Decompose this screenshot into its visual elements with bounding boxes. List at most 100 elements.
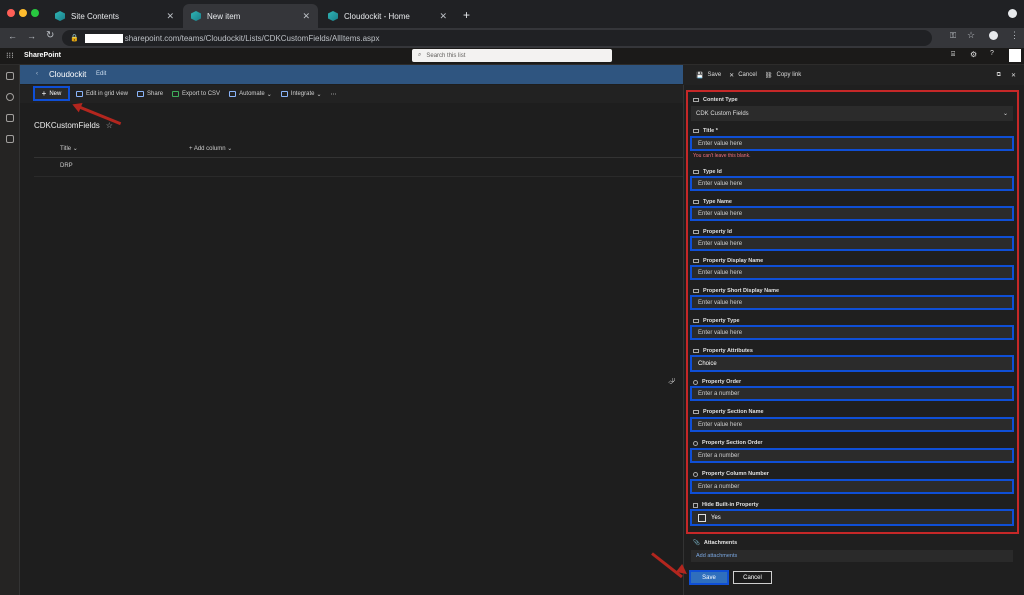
new-button[interactable]: + New: [33, 86, 70, 101]
chevron-down-icon: ⌄: [266, 91, 272, 98]
property-column-number-field[interactable]: Enter a number: [690, 479, 1014, 494]
field-label-property-attributes: Property Attributes: [693, 348, 753, 354]
tab-menu-icon[interactable]: [1008, 9, 1017, 18]
search-icon: ⌕: [418, 52, 422, 58]
automate-icon: [229, 91, 237, 97]
sharepoint-favicon-icon: [191, 11, 201, 21]
close-window-button[interactable]: [7, 9, 15, 17]
checkbox[interactable]: [698, 513, 706, 522]
key-icon[interactable]: ⚿: [950, 31, 956, 41]
tab-new-item[interactable]: New item ✕: [183, 4, 318, 28]
chat-icon[interactable]: ⌸: [951, 51, 955, 59]
share-button[interactable]: Share: [137, 91, 163, 97]
app-launcher-icon[interactable]: ⁝⁝⁝: [6, 51, 14, 60]
avatar[interactable]: [1009, 49, 1021, 62]
tab-site-contents[interactable]: Site Contents ✕: [47, 4, 182, 28]
field-label-property-section-order: Property Section Order: [693, 440, 763, 446]
chevron-down-icon: ⌄: [1002, 111, 1008, 117]
sharepoint-favicon-icon: [55, 11, 65, 21]
property-section-name-field[interactable]: Enter value here: [690, 417, 1014, 432]
content-type-label: Content Type: [693, 97, 738, 103]
more-vertical-icon[interactable]: ⋮: [1010, 30, 1019, 41]
link-icon: ⛓: [764, 72, 773, 79]
type-name-field[interactable]: Enter value here: [690, 206, 1014, 221]
panel-save-button[interactable]: Save: [707, 72, 721, 78]
globe-icon[interactable]: [6, 93, 14, 101]
title-field[interactable]: Enter value here: [690, 136, 1014, 151]
sharepoint-favicon-icon: [328, 11, 338, 21]
cancel-button[interactable]: Cancel: [733, 571, 772, 584]
plus-icon: +: [41, 89, 47, 98]
hide-built-in-property-field[interactable]: Yes: [690, 509, 1014, 526]
open-in-new-icon[interactable]: ⧉: [997, 72, 1001, 79]
property-short-display-name-field[interactable]: Enter value here: [690, 295, 1014, 310]
property-attributes-dropdown[interactable]: Choice: [690, 355, 1014, 372]
back-icon[interactable]: ←: [8, 31, 17, 41]
close-tab-icon[interactable]: ✕: [439, 11, 447, 22]
integrate-button[interactable]: Integrate ⌄: [280, 91, 322, 98]
save-button[interactable]: Save: [689, 570, 729, 585]
address-bar[interactable]: 🔒 sharepoint.com/teams/Cloudockit/Lists/…: [62, 30, 932, 46]
settings-gear-icon[interactable]: ⚙: [970, 50, 977, 59]
collapse-nav-icon[interactable]: ‹: [36, 71, 38, 77]
tab-cloudockit-home[interactable]: Cloudockit - Home ✕: [320, 4, 455, 28]
close-panel-icon[interactable]: ✕: [1011, 72, 1016, 79]
field-label-property-display-name: Property Display Name: [693, 258, 763, 264]
automate-button[interactable]: Automate ⌄: [229, 91, 272, 98]
document-icon[interactable]: [6, 135, 14, 143]
content-type-dropdown[interactable]: CDK Custom Fields ⌄: [691, 106, 1013, 121]
redacted-domain: [84, 33, 123, 43]
excel-icon: [172, 91, 180, 97]
panel-cancel-button[interactable]: Cancel: [738, 72, 757, 78]
maximize-window-button[interactable]: [31, 9, 39, 17]
property-section-order-field[interactable]: Enter a number: [690, 448, 1014, 463]
reload-icon[interactable]: ↻: [46, 30, 54, 41]
app-name: SharePoint: [24, 52, 61, 59]
mouse-cursor-icon: ⮰: [668, 376, 676, 386]
lock-icon: 🔒: [70, 35, 79, 42]
edit-grid-view-button[interactable]: Edit in grid view: [76, 91, 128, 97]
add-column-button[interactable]: + Add column ⌄: [189, 145, 232, 152]
search-input[interactable]: ⌕ Search this list: [412, 49, 612, 62]
paperclip-icon: 📎: [693, 540, 700, 546]
attachments-label: 📎 Attachments: [693, 540, 738, 546]
new-tab-icon[interactable]: +: [463, 8, 470, 22]
home-icon[interactable]: [6, 72, 14, 80]
save-icon: 💾: [696, 72, 704, 79]
add-attachments-link[interactable]: Add attachments: [691, 550, 1013, 562]
copy-link-button[interactable]: Copy link: [777, 72, 802, 78]
divider: [34, 176, 683, 177]
list-title: CDKCustomFields ☆: [34, 121, 113, 130]
column-header-title[interactable]: Title ⌄: [60, 145, 78, 152]
field-label-property-short-display-name: Property Short Display Name: [693, 288, 779, 294]
property-display-name-field[interactable]: Enter value here: [690, 265, 1014, 280]
favorite-star-icon[interactable]: ☆: [106, 121, 113, 130]
field-label-property-column-number: Property Column Number: [693, 471, 769, 477]
news-icon[interactable]: [6, 114, 14, 122]
bookmark-star-icon[interactable]: ☆: [967, 30, 975, 41]
minimize-window-button[interactable]: [19, 9, 27, 17]
close-tab-icon[interactable]: ✕: [302, 11, 310, 22]
field-label-type-name: Type Name: [693, 199, 732, 205]
property-order-field[interactable]: Enter a number: [690, 386, 1014, 401]
field-label-property-id: Property Id: [693, 229, 732, 235]
divider: [34, 157, 683, 158]
close-tab-icon[interactable]: ✕: [166, 11, 174, 22]
help-icon[interactable]: ?: [990, 50, 994, 57]
cancel-icon: ✕: [729, 72, 735, 79]
property-type-field[interactable]: Enter value here: [690, 325, 1014, 340]
more-commands-icon[interactable]: ⋯: [331, 91, 337, 98]
table-row[interactable]: DRP: [60, 163, 73, 169]
grid-icon: [76, 91, 83, 97]
field-label-title: Title *: [693, 128, 718, 134]
field-label-property-order: Property Order: [693, 379, 741, 385]
chevron-down-icon: ⌄: [316, 91, 322, 98]
field-label-property-section-name: Property Section Name: [693, 409, 764, 415]
site-name[interactable]: Cloudockit: [49, 70, 86, 79]
profile-icon[interactable]: [989, 31, 998, 40]
forward-icon[interactable]: →: [27, 31, 36, 41]
type-id-field[interactable]: Enter value here: [690, 176, 1014, 191]
site-edit-link[interactable]: Edit: [96, 71, 106, 77]
export-csv-button[interactable]: Export to CSV: [172, 91, 220, 97]
property-id-field[interactable]: Enter value here: [690, 236, 1014, 251]
